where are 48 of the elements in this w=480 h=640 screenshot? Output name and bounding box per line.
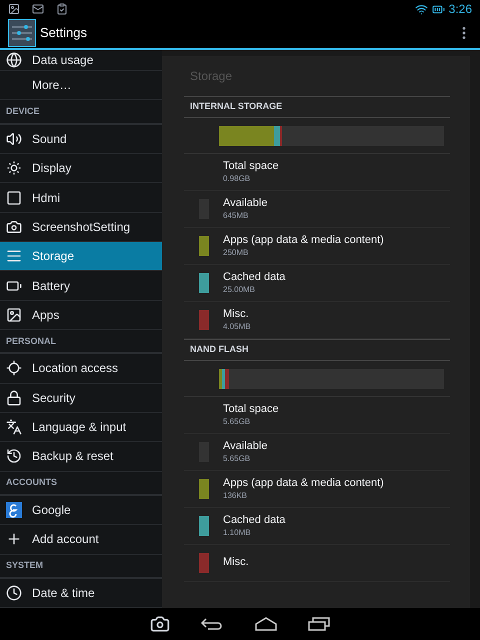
- storage-value: 645MB: [223, 210, 250, 221]
- clock-icon: [6, 584, 22, 601]
- speaker-icon: [6, 130, 22, 147]
- restore-icon: [6, 448, 22, 464]
- storage-value: 0.98GB: [223, 174, 252, 184]
- home-icon[interactable]: [254, 617, 278, 631]
- storage-label: Apps (app data & media content): [223, 477, 384, 491]
- storage-value: 25.00MB: [223, 284, 256, 295]
- storage-label: Misc.: [223, 308, 250, 322]
- storage-label: Cached data: [223, 514, 286, 528]
- image-icon: [8, 3, 20, 15]
- wifi-icon: [414, 2, 428, 16]
- battery-icon: [432, 2, 445, 16]
- recent-apps-icon[interactable]: [308, 617, 330, 631]
- camera-icon: [6, 218, 22, 235]
- section-header: NAND FLASH: [184, 339, 450, 361]
- square-icon: [6, 190, 22, 206]
- location-icon: [6, 360, 22, 376]
- sidebar-item[interactable]: Google: [0, 496, 162, 526]
- storage-label: Apps (app data & media content): [223, 234, 384, 248]
- clipboard-icon: [56, 3, 68, 15]
- language-icon: [6, 419, 22, 436]
- storage-label: Available: [223, 440, 268, 454]
- brightness-icon: [6, 160, 22, 176]
- mail-icon: [32, 3, 44, 15]
- storage-label: Total space: [223, 403, 279, 417]
- storage-value: 4.05MB: [223, 322, 251, 332]
- storage-label: Available: [223, 197, 268, 211]
- storage-icon: [6, 248, 22, 264]
- camera-icon[interactable]: [150, 614, 170, 634]
- storage-label: Total space: [223, 160, 279, 174]
- storage-value: 136KB: [223, 490, 248, 501]
- storage-value: 5.65GB: [223, 416, 252, 427]
- sidebar-item[interactable]: Data usage: [0, 50, 162, 72]
- storage-label: Misc.: [223, 556, 249, 570]
- settings-sliders-icon[interactable]: [8, 19, 36, 47]
- storage-value: 250MB: [223, 248, 250, 258]
- storage-value: 1.10MB: [223, 528, 252, 538]
- image-icon: [6, 306, 22, 323]
- sidebar-item[interactable]: Storage: [0, 242, 162, 272]
- app-title: Settings: [40, 24, 87, 42]
- storage-label: Cached data: [223, 271, 286, 285]
- clock-time: 3:26: [448, 1, 472, 18]
- back-icon[interactable]: [200, 616, 224, 632]
- lock-icon: [6, 390, 22, 406]
- storage-value: 5.65GB: [223, 454, 252, 464]
- globe-icon: [6, 52, 22, 68]
- section-header: INTERNAL STORAGE: [184, 96, 450, 118]
